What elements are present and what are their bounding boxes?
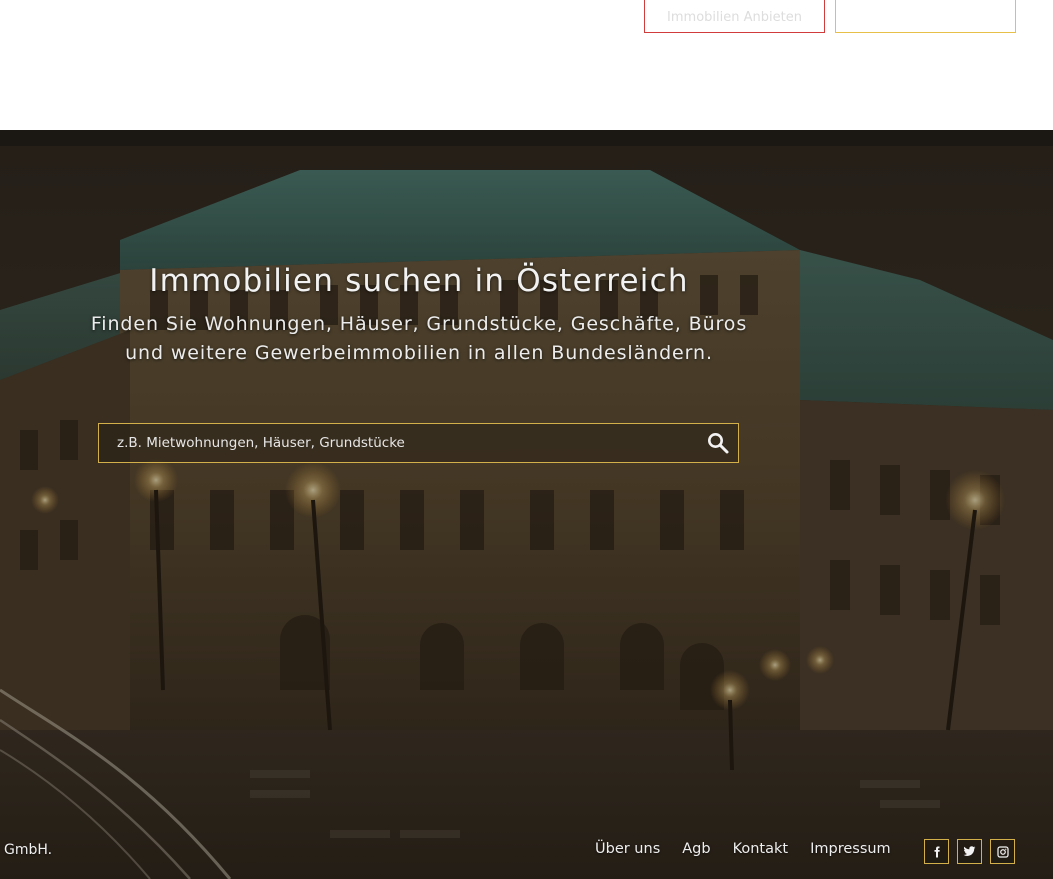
hero-top-band xyxy=(0,130,1053,146)
facebook-icon[interactable] xyxy=(924,839,949,864)
twitter-icon[interactable] xyxy=(957,839,982,864)
instagram-icon[interactable] xyxy=(990,839,1015,864)
opera-house-background-image xyxy=(0,130,1053,879)
search-input[interactable] xyxy=(99,424,689,462)
twitter-glyph xyxy=(963,846,976,856)
search-icon[interactable] xyxy=(706,431,730,455)
footer-nav: Über uns Agb Kontakt Impressum xyxy=(595,841,913,857)
hero-subtitle-line-2: und weitere Gewerbeimmobilien in allen B… xyxy=(125,342,713,364)
footer-link-about[interactable]: Über uns xyxy=(595,841,660,857)
hero-section: Immobilien suchen in Österreich Finden S… xyxy=(0,130,1053,879)
search-box xyxy=(98,423,739,463)
offer-property-label: Immobilien Anbieten xyxy=(667,10,802,25)
footer-link-agb[interactable]: Agb xyxy=(682,841,710,857)
hero-subtitle: Finden Sie Wohnungen, Häuser, Grundstück… xyxy=(0,310,838,368)
footer-copyright: GmbH. xyxy=(4,842,53,858)
hero-title: Immobilien suchen in Österreich xyxy=(149,262,689,299)
hero-subtitle-line-1: Finden Sie Wohnungen, Häuser, Grundstück… xyxy=(90,313,748,335)
secondary-action-button[interactable] xyxy=(835,0,1016,33)
footer-link-imprint[interactable]: Impressum xyxy=(810,841,891,857)
top-section: Immobilien Anbieten xyxy=(0,0,1053,130)
facebook-glyph xyxy=(934,846,940,857)
instagram-glyph xyxy=(996,845,1009,858)
social-links xyxy=(924,839,1015,864)
footer-link-contact[interactable]: Kontakt xyxy=(733,841,789,857)
offer-property-button[interactable]: Immobilien Anbieten xyxy=(644,0,825,33)
